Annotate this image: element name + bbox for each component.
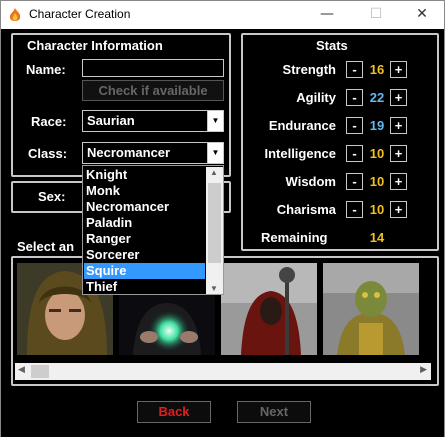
scrollbar-thumb[interactable] [208,183,221,263]
portrait-horizontal-scrollbar[interactable]: ◀ ▶ [15,363,431,380]
stat-value-charisma: 10 [369,202,385,217]
stat-name-endurance: Endurance [268,118,336,133]
close-button[interactable]: ✕ [399,1,445,29]
next-button[interactable]: Next [237,401,311,423]
dropdown-vertical-scrollbar[interactable]: ▲ ▼ [206,167,223,294]
class-option-monk[interactable]: Monk [84,183,205,199]
client-area: Character Information Name: Check if ava… [1,29,444,437]
character-info-heading: Character Information [27,38,163,53]
increase-endurance-button[interactable]: + [390,117,407,134]
class-select[interactable]: Necromancer ▼ [82,142,224,164]
back-button[interactable]: Back [137,401,211,423]
portrait-red-robed-figure[interactable] [221,263,317,355]
class-dropdown-list[interactable]: Knight Monk Necromancer Paladin Ranger Sorcer… [82,165,224,295]
decrease-endurance-button[interactable]: - [346,117,363,134]
check-availability-button[interactable]: Check if available [82,80,224,101]
select-portrait-label: Select an [17,239,75,254]
stats-heading: Stats [316,38,348,53]
stats-panel [241,33,439,251]
stat-name-intelligence: Intelligence [264,146,336,161]
increase-agility-button[interactable]: + [390,89,407,106]
increase-strength-button[interactable]: + [390,61,407,78]
class-option-ranger[interactable]: Ranger [84,231,205,247]
chevron-up-icon[interactable]: ▲ [210,168,218,177]
window-title: Character Creation [29,7,131,21]
class-option-knight[interactable]: Knight [84,167,205,183]
race-value: Saurian [87,113,135,128]
increase-wisdom-button[interactable]: + [390,173,407,190]
title-bar: Character Creation — ☐ ✕ [1,1,444,29]
maximize-button[interactable]: ☐ [353,1,399,29]
stat-value-agility: 22 [369,90,385,105]
class-option-thief[interactable]: Thief [84,279,205,295]
chevron-left-icon[interactable]: ◀ [18,364,25,375]
race-label: Race: [31,114,67,129]
class-option-squire[interactable]: Squire [84,263,205,279]
class-option-necromancer[interactable]: Necromancer [84,199,205,215]
stat-value-intelligence: 10 [369,146,385,161]
increase-charisma-button[interactable]: + [390,201,407,218]
chevron-down-icon[interactable]: ▼ [207,143,223,163]
class-label: Class: [28,146,68,161]
stat-value-strength: 16 [369,62,385,77]
minimize-button[interactable]: — [304,1,350,29]
name-label: Name: [26,62,66,77]
decrease-wisdom-button[interactable]: - [346,173,363,190]
remaining-label: Remaining [261,230,328,245]
decrease-agility-button[interactable]: - [346,89,363,106]
stat-name-agility: Agility [296,90,336,105]
stat-value-endurance: 19 [369,118,385,133]
scrollbar-thumb[interactable] [31,365,49,378]
stat-name-charisma: Charisma [276,202,336,217]
chevron-right-icon[interactable]: ▶ [420,364,427,375]
chevron-down-icon[interactable]: ▼ [207,111,223,131]
stat-name-wisdom: Wisdom [285,174,336,189]
decrease-charisma-button[interactable]: - [346,201,363,218]
chevron-down-icon[interactable]: ▼ [210,284,218,293]
character-creation-window: Character Creation — ☐ ✕ Character Infor… [0,0,445,437]
increase-intelligence-button[interactable]: + [390,145,407,162]
decrease-intelligence-button[interactable]: - [346,145,363,162]
remaining-value: 14 [369,230,385,245]
class-option-paladin[interactable]: Paladin [84,215,205,231]
class-value: Necromancer [87,145,171,160]
decrease-strength-button[interactable]: - [346,61,363,78]
portrait-saurian-warrior[interactable] [323,263,419,355]
sex-label: Sex: [38,189,66,204]
stat-name-strength: Strength [282,62,336,77]
name-input[interactable] [82,59,224,77]
race-select[interactable]: Saurian ▼ [82,110,224,132]
stat-value-wisdom: 10 [369,174,385,189]
class-option-sorcerer[interactable]: Sorcerer [84,247,205,263]
flame-app-icon [9,8,21,21]
